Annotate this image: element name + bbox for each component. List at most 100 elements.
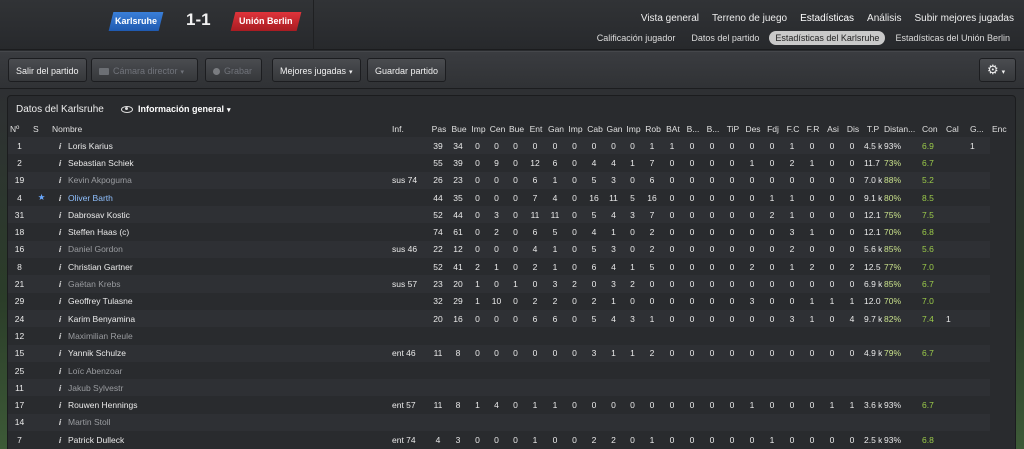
player-name-cell[interactable]: i Martin Stoll: [50, 413, 390, 432]
info-icon[interactable]: i: [52, 435, 68, 445]
column-header[interactable]: Distan...: [882, 121, 920, 137]
column-header[interactable]: Rob: [642, 121, 662, 137]
nav-analysis[interactable]: Análisis: [867, 13, 901, 24]
column-header[interactable]: Bue: [448, 121, 468, 137]
player-name-cell[interactable]: i Yannik Schulze: [50, 344, 390, 362]
column-header[interactable]: Gan: [545, 121, 565, 137]
player-name-cell[interactable]: i Rouwen Hennings: [50, 396, 390, 414]
table-row[interactable]: 24 i Karim Benyamina 20 16 0 0 0 6 6 0 5 4 3 1 0 0 0 0 0 0 3 1…: [8, 309, 1012, 328]
column-header[interactable]: Fdj: [762, 121, 782, 137]
info-icon[interactable]: i: [52, 210, 68, 220]
table-row[interactable]: 18 i Steffen Haas (c) 74 61 0 2 0 6 5 0 4 1 0 2 0 0 0 0 0 0 3…: [8, 223, 1012, 241]
player-name-cell[interactable]: i Gaëtan Krebs: [50, 275, 390, 293]
tab-match-data[interactable]: Datos del partido: [685, 31, 765, 45]
table-row[interactable]: 16 i Daniel Gordon sus 46 22 12 0 0 0 4 1 0 5 3 0 2 0 0 0 0…: [8, 240, 1012, 259]
table-row[interactable]: 25 i Loïc Abenzoar: [8, 361, 1012, 380]
column-header[interactable]: T.P: [862, 121, 882, 137]
column-header[interactable]: Nº: [8, 121, 31, 137]
player-name-cell[interactable]: i Loris Karius: [50, 137, 390, 155]
column-header[interactable]: Cal: [944, 121, 968, 137]
table-row[interactable]: 19 i Kevin Akpoguma sus 74 26 23 0 0 0 6 1 0 5 3 0 6 0 0 0…: [8, 171, 1012, 189]
column-header[interactable]: Dis: [842, 121, 862, 137]
table-row[interactable]: 8 i Christian Gartner 52 41 2 1 0 2 1 0 6 4 1 5 0 0 0 0 2 0 1…: [8, 258, 1012, 276]
table-row[interactable]: 1 i Loris Karius 39 34 0 0 0 0 0 0 0 0 0 1 1 0 0 0 0 0 1 0 0 0 4.…: [8, 137, 1012, 155]
info-icon[interactable]: i: [52, 417, 68, 427]
info-icon[interactable]: i: [52, 227, 68, 237]
column-header[interactable]: Cen: [487, 121, 506, 137]
tab-away-stats[interactable]: Estadísticas del Unión Berlin: [889, 31, 1016, 45]
player-name-cell[interactable]: i Geoffrey Tulasne: [50, 292, 390, 310]
column-header[interactable]: Imp: [623, 121, 642, 137]
player-name-cell[interactable]: i Karim Benyamina: [50, 309, 390, 328]
record-button[interactable]: Grabar: [205, 58, 262, 82]
column-header[interactable]: Nombre: [50, 121, 390, 137]
column-header[interactable]: B...: [702, 121, 722, 137]
away-team-badge[interactable]: Unión Berlin: [230, 12, 302, 31]
table-row[interactable]: 21 i Gaëtan Krebs sus 57 23 20 1 0 1 0 3 2 0 3 2 0 0 0 0 0 0…: [8, 275, 1012, 293]
column-header[interactable]: BAt: [662, 121, 682, 137]
nav-overview[interactable]: Vista general: [641, 13, 699, 24]
player-name-cell[interactable]: i Kevin Akpoguma: [50, 171, 390, 189]
column-header[interactable]: Gan: [604, 121, 623, 137]
save-match-button[interactable]: Guardar partido: [367, 58, 447, 82]
table-row[interactable]: 31 i Dabrosav Kostic 52 44 0 3 0 11 11 0 5 4 3 7 0 0 0 0 0 2…: [8, 206, 1012, 224]
player-name-cell[interactable]: i Maximilian Reule: [50, 327, 390, 345]
column-header[interactable]: Imp: [565, 121, 584, 137]
info-icon[interactable]: i: [52, 193, 68, 203]
player-name-cell[interactable]: i Christian Gartner: [50, 258, 390, 276]
info-icon[interactable]: i: [52, 141, 68, 151]
exit-match-button[interactable]: Salir del partido: [8, 58, 87, 82]
player-name-cell[interactable]: i Patrick Dulleck: [50, 431, 390, 449]
table-row[interactable]: 12 i Maximilian Reule: [8, 327, 1012, 345]
player-name-cell[interactable]: i Jakub Sylvestr: [50, 379, 390, 397]
column-header[interactable]: Pas: [428, 121, 448, 137]
info-icon[interactable]: i: [52, 383, 68, 393]
info-icon[interactable]: i: [52, 158, 68, 168]
column-header[interactable]: Asi: [822, 121, 842, 137]
highlights-button[interactable]: Mejores jugadas ▾: [272, 58, 361, 82]
nav-pitch[interactable]: Terreno de juego: [712, 13, 787, 24]
column-header[interactable]: F.R: [802, 121, 822, 137]
table-row[interactable]: 14 i Martin Stoll: [8, 413, 1012, 432]
player-name-cell[interactable]: i Sebastian Schiek: [50, 154, 390, 172]
column-header[interactable]: Bue: [506, 121, 525, 137]
director-camera-button[interactable]: Cámara director ▾: [91, 58, 198, 82]
player-name-cell[interactable]: i Daniel Gordon: [50, 240, 390, 259]
player-name-cell[interactable]: i Loïc Abenzoar: [50, 361, 390, 380]
table-row[interactable]: 15 i Yannik Schulze ent 46 11 8 0 0 0 0 0 0 3 1 1 2 0 0 0 0…: [8, 344, 1012, 362]
column-header[interactable]: TiP: [722, 121, 742, 137]
column-header[interactable]: Con: [920, 121, 944, 137]
info-icon[interactable]: i: [52, 314, 68, 324]
column-header[interactable]: Imp: [468, 121, 487, 137]
info-icon[interactable]: i: [52, 348, 68, 358]
column-header[interactable]: Inf.: [390, 121, 428, 137]
column-header[interactable]: S: [31, 121, 50, 137]
tab-player-ratings[interactable]: Calificación jugador: [591, 31, 682, 45]
column-header[interactable]: G...: [968, 121, 990, 137]
table-row[interactable]: 11 i Jakub Sylvestr: [8, 379, 1012, 397]
table-row[interactable]: 17 i Rouwen Hennings ent 57 11 8 1 4 0 1 1 0 0 0 0 0 0 0 0…: [8, 396, 1012, 414]
player-name-cell[interactable]: i Dabrosav Kostic: [50, 206, 390, 224]
info-icon[interactable]: i: [52, 400, 68, 410]
column-header[interactable]: Enc: [990, 121, 1012, 137]
table-row[interactable]: 7 i Patrick Dulleck ent 74 4 3 0 0 0 1 0 0 2 2 0 1 0 0 0 0 0…: [8, 431, 1012, 449]
tab-home-stats[interactable]: Estadísticas del Karlsruhe: [769, 31, 886, 45]
settings-button[interactable]: ⚙ ▾: [979, 58, 1016, 82]
home-team-badge[interactable]: Karlsruhe: [108, 12, 164, 31]
nav-stats[interactable]: Estadísticas: [800, 13, 854, 24]
table-row[interactable]: 2 i Sebastian Schiek 55 39 0 9 0 12 6 0 4 4 1 7 0 0 0 0 1 0 2…: [8, 154, 1012, 172]
info-icon[interactable]: i: [52, 296, 68, 306]
table-row[interactable]: 4 ★ i Oliver Barth 44 35 0 0 0 7 4 0 16 11 5 16 0 0 0 0 0 1 1 0…: [8, 188, 1012, 207]
info-icon[interactable]: i: [52, 279, 68, 289]
info-icon[interactable]: i: [52, 262, 68, 272]
nav-upload-highlights[interactable]: Subir mejores jugadas: [915, 13, 1015, 24]
column-header[interactable]: Cab: [584, 121, 604, 137]
column-header[interactable]: Des: [742, 121, 762, 137]
column-header[interactable]: Ent: [525, 121, 545, 137]
column-header[interactable]: B...: [682, 121, 702, 137]
player-name-cell[interactable]: i Steffen Haas (c): [50, 223, 390, 241]
info-icon[interactable]: i: [52, 331, 68, 341]
player-name-cell[interactable]: i Oliver Barth: [50, 188, 390, 207]
info-icon[interactable]: i: [52, 366, 68, 376]
info-icon[interactable]: i: [52, 175, 68, 185]
